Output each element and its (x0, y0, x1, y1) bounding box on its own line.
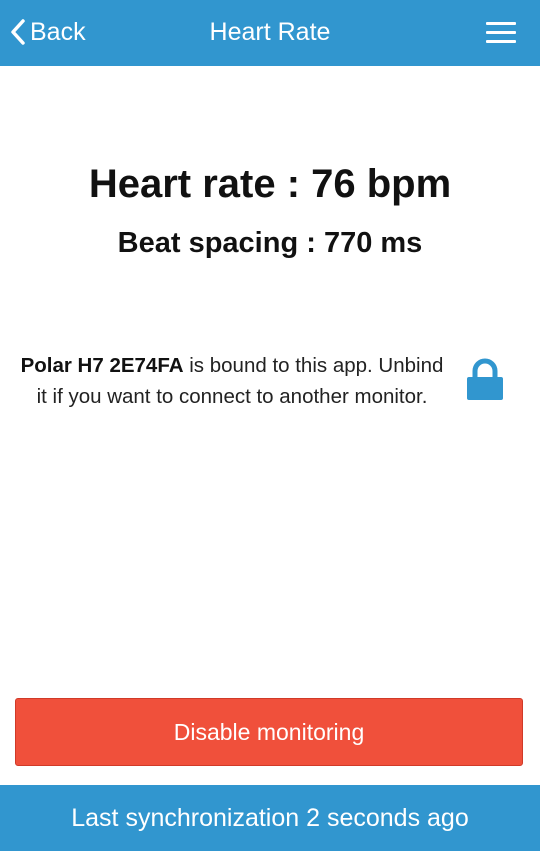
heart-rate-screen: Back Heart Rate Heart rate : 76 bpm Beat… (0, 0, 540, 851)
device-binding-message: Polar H7 2E74FA is bound to this app. Un… (14, 350, 450, 412)
device-name: Polar H7 2E74FA (20, 354, 184, 377)
heart-rate-reading: Heart rate : 76 bpm (88, 162, 452, 206)
lock-icon[interactable] (466, 358, 504, 402)
page-title: Heart Rate (209, 18, 331, 46)
beat-spacing-reading: Beat spacing : 770 ms (117, 227, 423, 259)
sync-status-bar: Last synchronization 2 seconds ago (0, 785, 540, 851)
hamburger-menu-icon[interactable] (486, 22, 516, 44)
disable-monitoring-button[interactable]: Disable monitoring (15, 698, 523, 766)
sync-status-text: Last synchronization 2 seconds ago (71, 803, 469, 832)
top-app-bar: Back Heart Rate (0, 0, 540, 66)
